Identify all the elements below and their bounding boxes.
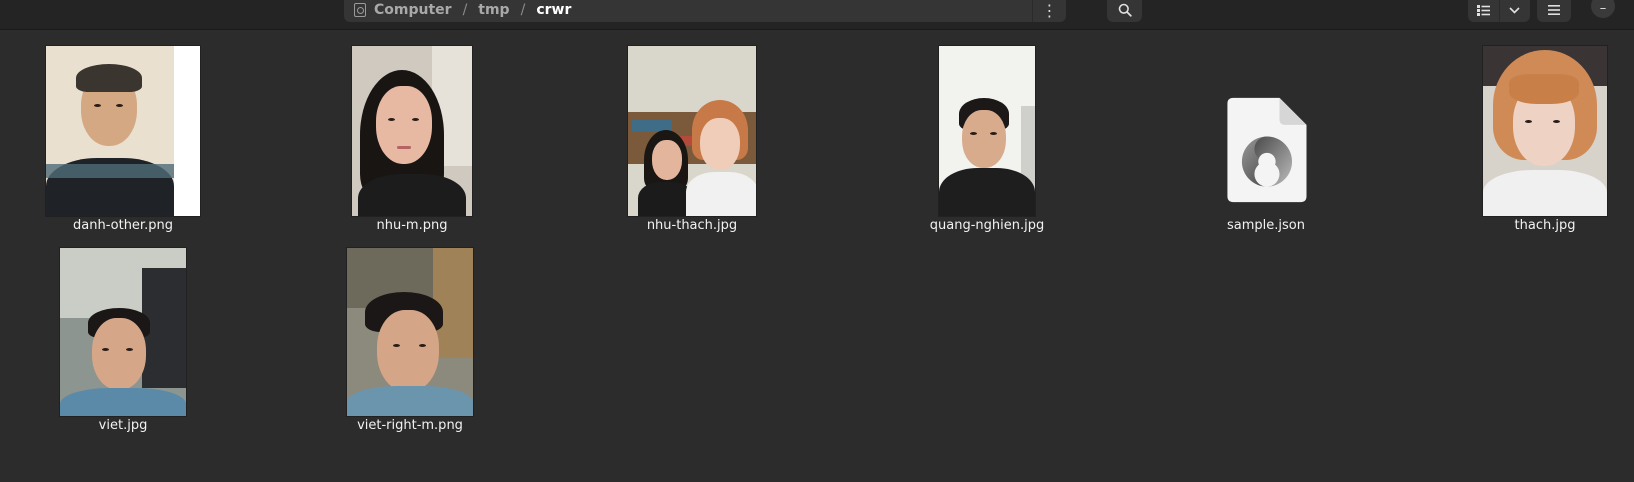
search-button[interactable] bbox=[1107, 0, 1142, 22]
photo-eye bbox=[970, 132, 977, 135]
file-item[interactable]: quang-nghien.jpg bbox=[887, 46, 1087, 233]
file-name: thach.jpg bbox=[1514, 218, 1576, 233]
photo-shirt-pattern bbox=[46, 164, 174, 178]
photo-face bbox=[652, 140, 682, 180]
view-options-button[interactable] bbox=[1498, 0, 1531, 22]
photo-eye bbox=[990, 132, 997, 135]
file-name: sample.json bbox=[1227, 218, 1305, 233]
main-menu-button[interactable] bbox=[1537, 0, 1571, 22]
header-bar: Computer / tmp / crwr ⋮ – bbox=[0, 0, 1634, 30]
thumbnail bbox=[1222, 46, 1310, 216]
photo-body bbox=[1483, 170, 1607, 216]
thumbnail bbox=[352, 46, 472, 216]
photo-body bbox=[60, 388, 186, 416]
file-name: nhu-thach.jpg bbox=[646, 218, 738, 233]
list-view-button[interactable] bbox=[1468, 0, 1499, 22]
photo-body bbox=[686, 172, 756, 216]
thumbnail bbox=[60, 248, 186, 416]
file-item[interactable]: nhu-thach.jpg bbox=[592, 46, 792, 233]
file-item[interactable]: danh-other.png bbox=[23, 46, 223, 233]
breadcrumb-crwr[interactable]: crwr bbox=[536, 2, 571, 18]
photo-eye bbox=[102, 348, 109, 351]
photo-hair bbox=[76, 64, 142, 92]
thumbnail bbox=[46, 46, 200, 216]
photo-body bbox=[347, 386, 473, 416]
file-name: danh-other.png bbox=[73, 218, 173, 233]
photo-bangs bbox=[1509, 74, 1579, 104]
minimize-icon: – bbox=[1599, 0, 1607, 16]
photo-eye bbox=[126, 348, 133, 351]
thumbnail bbox=[628, 46, 756, 216]
file-name: viet-right-m.png bbox=[357, 418, 463, 433]
photo-face bbox=[376, 86, 432, 164]
photo-eye bbox=[1525, 120, 1532, 123]
breadcrumb-separator: / bbox=[462, 2, 468, 18]
path-bar[interactable]: Computer / tmp / crwr ⋮ bbox=[344, 0, 1066, 22]
minimize-button[interactable]: – bbox=[1591, 0, 1615, 18]
drive-icon[interactable] bbox=[354, 3, 366, 17]
file-item[interactable]: nhu-m.png bbox=[312, 46, 512, 233]
json-file-icon bbox=[1227, 97, 1307, 203]
photo-eye bbox=[419, 344, 426, 347]
photo-eye bbox=[393, 344, 400, 347]
photo-face bbox=[700, 118, 740, 170]
thumbnail bbox=[1483, 46, 1607, 216]
thumbnail bbox=[939, 46, 1035, 216]
breadcrumb-tmp[interactable]: tmp bbox=[478, 2, 509, 18]
photo-eye bbox=[116, 104, 123, 107]
vertical-dots-icon: ⋮ bbox=[1041, 0, 1058, 20]
hamburger-menu-icon bbox=[1548, 5, 1560, 15]
photo-eye bbox=[1553, 120, 1560, 123]
photo-eye bbox=[412, 118, 419, 121]
file-name: quang-nghien.jpg bbox=[929, 218, 1045, 233]
file-manager-window: Computer / tmp / crwr ⋮ – danh-other.png… bbox=[0, 0, 1634, 482]
file-grid: danh-other.png nhu-m.png nhu-thach.jpg q… bbox=[0, 30, 1634, 482]
photo-body bbox=[939, 168, 1035, 216]
photo-face bbox=[962, 110, 1006, 168]
file-item[interactable]: viet.jpg bbox=[23, 248, 223, 433]
photo-body bbox=[358, 174, 466, 216]
photo-face bbox=[377, 310, 439, 392]
file-name: nhu-m.png bbox=[376, 218, 448, 233]
search-icon bbox=[1118, 3, 1132, 17]
photo-face bbox=[92, 318, 146, 390]
photo-mouth bbox=[397, 146, 411, 149]
file-item[interactable]: viet-right-m.png bbox=[310, 248, 510, 433]
chevron-down-icon bbox=[1509, 6, 1520, 14]
view-toggle-group bbox=[1468, 0, 1530, 22]
thumbnail-white-border bbox=[174, 46, 200, 216]
thumbnail bbox=[347, 248, 473, 416]
photo-eye bbox=[388, 118, 395, 121]
file-item[interactable]: thach.jpg bbox=[1445, 46, 1634, 233]
photo-eye bbox=[94, 104, 101, 107]
file-name: viet.jpg bbox=[98, 418, 148, 433]
breadcrumb-separator: / bbox=[520, 2, 526, 18]
file-item[interactable]: sample.json bbox=[1166, 46, 1366, 233]
breadcrumb-computer[interactable]: Computer bbox=[374, 2, 452, 18]
list-view-icon bbox=[1476, 4, 1490, 16]
path-menu-button[interactable]: ⋮ bbox=[1032, 0, 1066, 22]
